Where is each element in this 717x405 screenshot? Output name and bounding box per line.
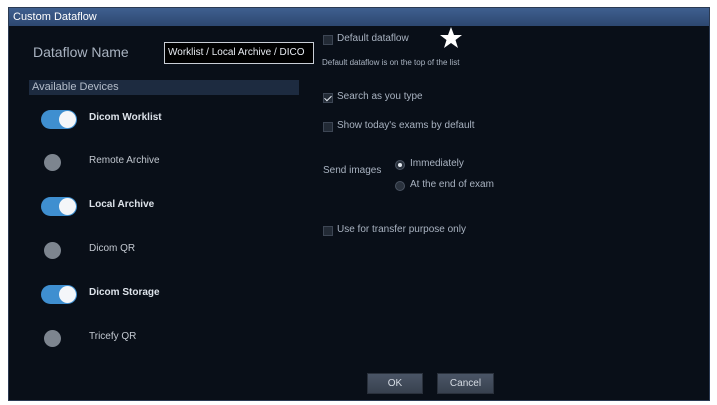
custom-dataflow-dialog: Custom Dataflow Dataflow Name Worklist /… <box>8 7 710 401</box>
send-end-of-exam-radio[interactable] <box>395 181 405 191</box>
available-devices-header: Available Devices <box>29 80 299 95</box>
window-title: Custom Dataflow <box>9 8 709 26</box>
toggle-knob <box>59 198 76 215</box>
toggle-knob <box>59 111 76 128</box>
dicom-qr-toggle[interactable] <box>41 241 77 260</box>
show-todays-exams-label: Show today's exams by default <box>337 120 475 131</box>
device-label: Dicom QR <box>89 243 136 254</box>
search-as-you-type-checkbox[interactable] <box>323 93 333 103</box>
show-todays-exams-checkbox[interactable] <box>323 122 333 132</box>
local-archive-toggle[interactable] <box>41 197 77 216</box>
default-dataflow-label: Default dataflow <box>337 33 409 44</box>
star-icon[interactable] <box>439 26 463 50</box>
device-label: Local Archive <box>89 199 155 210</box>
tricefy-qr-toggle[interactable] <box>41 329 77 348</box>
dicom-storage-toggle[interactable] <box>41 285 77 304</box>
default-dataflow-hint: Default dataflow is on the top of the li… <box>322 58 460 67</box>
device-label: Dicom Storage <box>89 287 160 298</box>
default-dataflow-checkbox[interactable] <box>323 35 333 45</box>
toggle-knob <box>44 242 61 259</box>
send-end-of-exam-label: At the end of exam <box>410 179 494 190</box>
toggle-knob <box>44 330 61 347</box>
toggle-knob <box>44 154 61 171</box>
send-immediately-radio[interactable] <box>395 160 405 170</box>
toggle-knob <box>59 286 76 303</box>
dataflow-name-label: Dataflow Name <box>33 44 129 60</box>
remote-archive-toggle[interactable] <box>41 153 77 172</box>
search-as-you-type-label: Search as you type <box>337 91 423 102</box>
cancel-button[interactable]: Cancel <box>437 373 494 394</box>
dicom-worklist-toggle[interactable] <box>41 110 77 129</box>
send-images-label: Send images <box>323 165 382 176</box>
device-label: Dicom Worklist <box>89 112 162 123</box>
ok-button[interactable]: OK <box>367 373 423 394</box>
transfer-only-label: Use for transfer purpose only <box>337 224 466 235</box>
device-label: Tricefy QR <box>89 331 137 342</box>
device-label: Remote Archive <box>89 155 160 166</box>
dataflow-name-input[interactable]: Worklist / Local Archive / DICO <box>164 42 314 64</box>
transfer-only-checkbox[interactable] <box>323 226 333 236</box>
send-immediately-label: Immediately <box>410 158 464 169</box>
